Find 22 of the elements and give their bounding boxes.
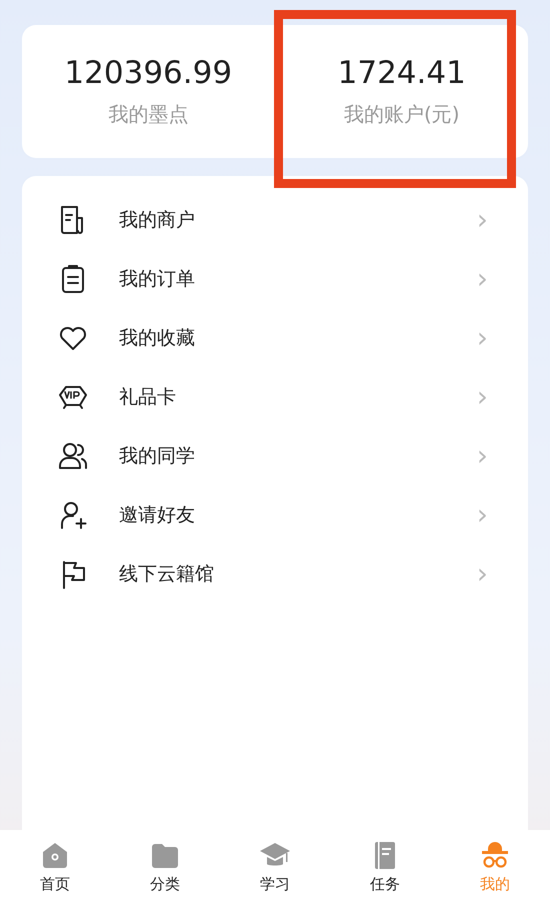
menu-item[interactable]: 我的收藏 › — [22, 308, 528, 367]
menu-item[interactable]: 线下云籍馆 › — [22, 544, 528, 603]
tab-bar-item[interactable]: 首页 — [0, 830, 110, 902]
chevron-icon: › — [476, 500, 488, 528]
chevron-icon: › — [476, 382, 488, 410]
menu-item[interactable]: 我的同学 › — [22, 426, 528, 485]
stat-value: 1724.41 — [338, 55, 466, 91]
chevron-icon: › — [476, 206, 488, 234]
stat-label: 我的账户(元) — [344, 101, 460, 128]
tab-bar-item[interactable]: 学习 — [220, 830, 330, 902]
chevron-icon: › — [476, 264, 488, 292]
chevron-icon: › — [476, 324, 488, 352]
tab-bar-item[interactable]: 任务 — [330, 830, 440, 902]
menu-item[interactable]: 邀请好友 › — [22, 485, 528, 544]
menu-item[interactable]: 我的订单 › — [22, 249, 528, 308]
menu-item[interactable]: 礼品卡 › — [22, 367, 528, 426]
stat-value: 120396.99 — [64, 55, 232, 91]
chevron-icon: › — [476, 442, 488, 470]
stat-label: 我的墨点 — [108, 101, 188, 128]
tab-bar-item[interactable]: 分类 — [110, 830, 220, 902]
menu-item[interactable]: 我的商户 › — [22, 190, 528, 249]
chevron-icon: › — [476, 560, 488, 588]
